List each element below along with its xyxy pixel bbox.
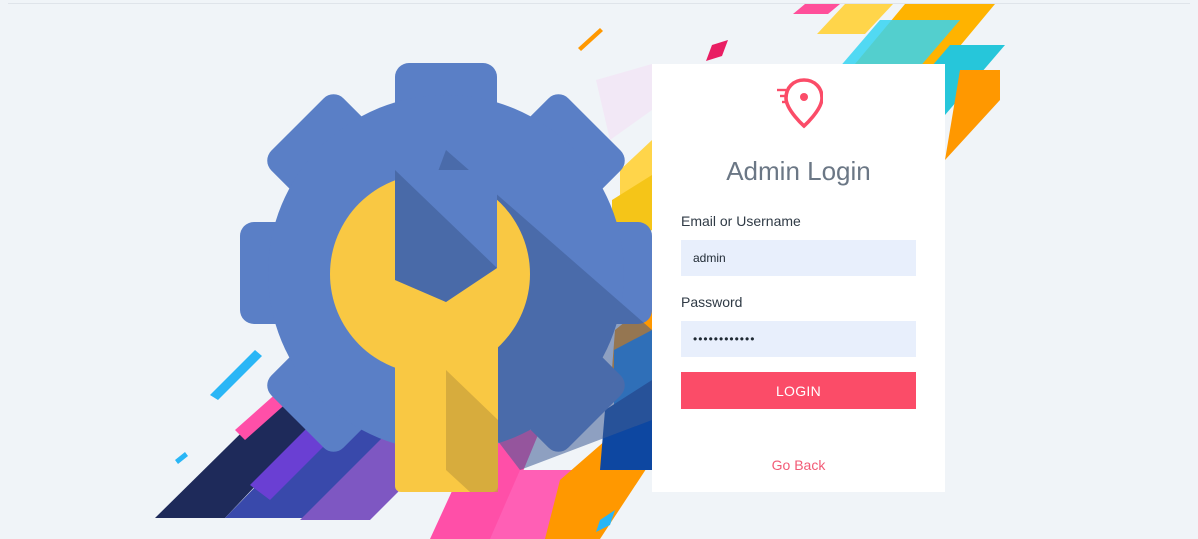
login-button[interactable]: LOGIN — [681, 372, 916, 409]
location-pin-icon — [777, 78, 823, 129]
page-title: Admin Login — [726, 156, 871, 186]
login-page: Admin Login Email or Username Password L… — [0, 0, 1198, 539]
password-input[interactable] — [681, 321, 916, 357]
username-label: Email or Username — [681, 213, 801, 229]
password-label: Password — [681, 294, 743, 310]
gear-wrench-illustration — [155, 4, 1005, 539]
username-input[interactable] — [681, 240, 916, 276]
go-back-link[interactable]: Go Back — [652, 457, 945, 473]
login-card: Admin Login Email or Username Password L… — [652, 64, 945, 492]
